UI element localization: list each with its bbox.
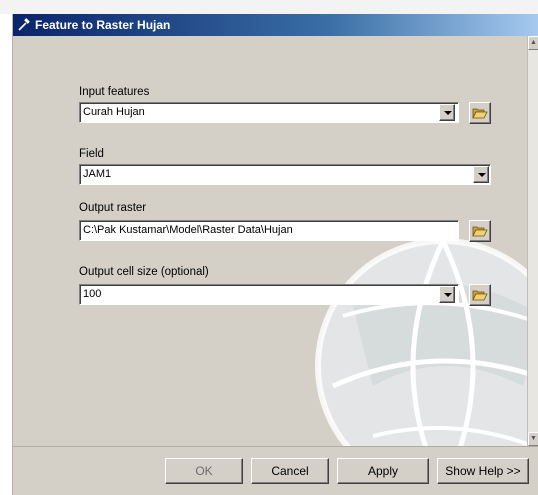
- output-raster-browse-button[interactable]: [469, 220, 491, 242]
- vertical-scrollbar[interactable]: ▲ ▼: [527, 36, 538, 446]
- apply-button[interactable]: Apply: [337, 458, 429, 484]
- field-combobox[interactable]: JAM1: [79, 164, 491, 185]
- cancel-button[interactable]: Cancel: [251, 458, 329, 484]
- feature-to-raster-dialog: Feature to Raster Hujan Input features C…: [12, 14, 538, 495]
- open-folder-icon: [472, 290, 488, 301]
- cell-size-dropdown-button[interactable]: [439, 286, 455, 303]
- ok-button[interactable]: OK: [165, 458, 243, 484]
- cell-size-value: 100: [83, 288, 102, 300]
- scroll-down-arrow-icon[interactable]: ▼: [528, 432, 538, 446]
- cell-size-combobox[interactable]: 100: [79, 284, 459, 305]
- input-features-label: Input features: [79, 86, 150, 98]
- open-folder-icon: [472, 108, 488, 119]
- parameters-panel: Input features Curah Hujan Field JAM1 Ou…: [13, 36, 527, 446]
- field-value: JAM1: [83, 168, 112, 180]
- cell-size-browse-button[interactable]: [469, 284, 491, 306]
- field-dropdown-button[interactable]: [473, 166, 489, 183]
- hammer-icon: [17, 18, 31, 32]
- output-raster-label: Output raster: [79, 202, 147, 214]
- input-features-dropdown-button[interactable]: [439, 104, 455, 121]
- show-help-button[interactable]: Show Help >>: [437, 458, 529, 484]
- input-features-browse-button[interactable]: [469, 102, 491, 124]
- title-bar[interactable]: Feature to Raster Hujan: [13, 14, 538, 36]
- top-strip: [0, 0, 538, 14]
- globe-icon: [315, 238, 527, 446]
- open-folder-icon: [472, 226, 488, 237]
- field-label: Field: [79, 148, 104, 160]
- button-bar: OK Cancel Apply Show Help >>: [13, 446, 538, 495]
- scroll-up-arrow-icon[interactable]: ▲: [528, 36, 538, 50]
- input-features-value: Curah Hujan: [83, 106, 145, 118]
- window-title: Feature to Raster Hujan: [35, 18, 171, 32]
- output-raster-value: C:\Pak Kustamar\Model\Raster Data\Hujan: [83, 224, 293, 236]
- input-features-combobox[interactable]: Curah Hujan: [79, 102, 459, 123]
- output-raster-input[interactable]: C:\Pak Kustamar\Model\Raster Data\Hujan: [79, 220, 459, 241]
- cell-size-label: Output cell size (optional): [79, 266, 209, 278]
